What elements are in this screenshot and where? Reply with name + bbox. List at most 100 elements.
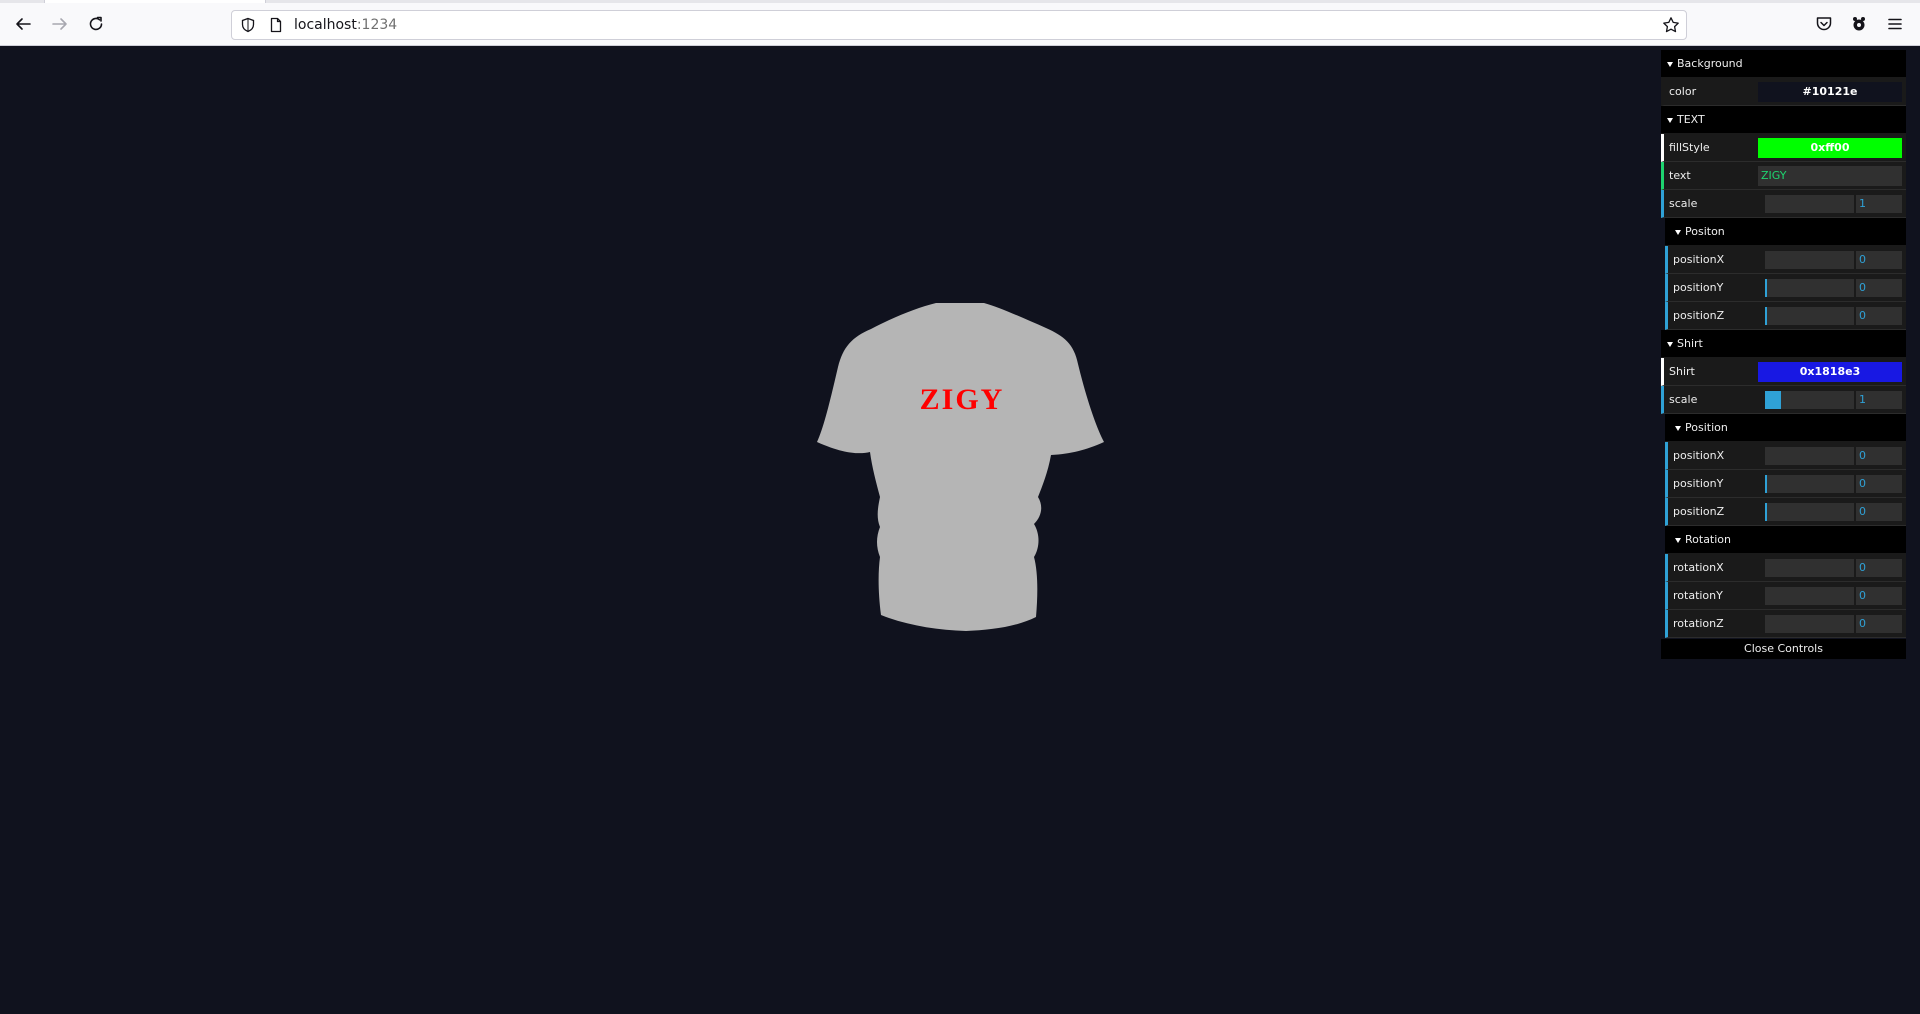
shirt-positionx-slider[interactable] [1765,447,1854,465]
text-positionx-input[interactable]: 0 [1856,251,1902,269]
control-row-shirt-rotationy: rotationY 0 [1665,582,1906,610]
folder-title-background[interactable]: Background [1661,50,1906,78]
control-label: positionY [1673,281,1724,294]
menu-button[interactable] [1883,12,1907,36]
slider-fill [1765,475,1767,493]
control-label: Shirt [1669,365,1695,378]
control-row-bg-color: color #10121e [1661,78,1906,106]
forward-button[interactable] [48,12,72,36]
control-row-text-positionx: positionX 0 [1665,246,1906,274]
tshirt-shape [817,303,1104,631]
shirt-positiony-slider[interactable] [1765,475,1854,493]
tab-strip [0,0,1920,3]
bookmark-star-icon[interactable] [1662,16,1680,34]
control-row-shirt-rotationx: rotationX 0 [1665,554,1906,582]
folder-shirt-position: Position positionX 0 positionY 0 positio… [1665,414,1906,526]
text-positionx-slider[interactable] [1765,251,1854,269]
text-positiony-slider[interactable] [1765,279,1854,297]
reload-icon [89,16,103,31]
shirt-scale-slider[interactable] [1765,391,1854,409]
control-label: positionZ [1673,505,1725,518]
control-row-text-scale: scale 1 [1661,190,1906,218]
slider-fill [1765,503,1767,521]
active-tab[interactable] [44,0,266,3]
slider-fill [1765,279,1767,297]
text-positionz-slider[interactable] [1765,307,1854,325]
url-text[interactable]: localhost:1234 [294,17,397,33]
control-label: positionX [1673,253,1725,266]
page-info-icon[interactable] [268,17,284,33]
control-row-fillstyle: fillStyle 0xff00 [1661,134,1906,162]
extension-icon [1853,17,1865,31]
control-label: rotationY [1673,589,1723,602]
control-row-shirt-positionz: positionZ 0 [1665,498,1906,526]
shirt-rotationx-input[interactable]: 0 [1856,559,1902,577]
text-scale-slider[interactable] [1765,195,1854,213]
bg-color-picker[interactable]: #10121e [1758,82,1902,102]
control-label: fillStyle [1669,141,1710,154]
control-row-shirt-rotationz: rotationZ 0 [1665,610,1906,638]
url-bar[interactable]: localhost:1234 [231,10,1687,40]
control-label: scale [1669,197,1698,210]
back-button[interactable] [11,12,35,36]
shirt-rotationz-slider[interactable] [1765,615,1854,633]
fillstyle-color-picker[interactable]: 0xff00 [1758,138,1902,158]
folder-title-shirt[interactable]: Shirt [1661,330,1906,358]
control-row-shirt-color: Shirt 0x1818e3 [1661,358,1906,386]
url-port: :1234 [356,17,398,33]
control-label: positionY [1673,477,1724,490]
arrow-right-icon [52,18,67,30]
shirt-rotationx-slider[interactable] [1765,559,1854,577]
shield-icon[interactable] [240,17,256,33]
folder-title-text-position[interactable]: Positon [1665,218,1906,246]
shirt-print-text: ZIGY [920,383,1005,416]
control-label: text [1669,169,1691,182]
shirt-positionz-input[interactable]: 0 [1856,503,1902,521]
control-label: positionZ [1673,309,1725,322]
slider-fill [1765,391,1782,409]
pocket-button[interactable] [1812,12,1836,36]
extension-button[interactable] [1847,12,1871,36]
control-row-shirt-scale: scale 1 [1661,386,1906,414]
text-scale-input[interactable]: 1 [1856,195,1902,213]
control-row-text-positiony: positionY 0 [1665,274,1906,302]
arrow-left-icon [16,18,31,30]
control-label: positionX [1673,449,1725,462]
url-host: localhost [294,17,357,33]
shirt-color-picker[interactable]: 0x1818e3 [1758,362,1902,382]
folder-shirt-rotation: Rotation rotationX 0 rotationY 0 rotatio… [1665,526,1906,638]
hamburger-menu-icon [1888,18,1902,30]
folder-title-text[interactable]: TEXT [1661,106,1906,134]
folder-background: Background color #10121e [1661,50,1906,106]
text-positiony-input[interactable]: 0 [1856,279,1902,297]
shirt-positionz-slider[interactable] [1765,503,1854,521]
folder-title-shirt-rotation[interactable]: Rotation [1665,526,1906,554]
shirt-scale-input[interactable]: 1 [1856,391,1902,409]
control-row-text-positionz: positionZ 0 [1665,302,1906,330]
text-positionz-input[interactable]: 0 [1856,307,1902,325]
reload-button[interactable] [84,12,108,36]
shirt-rotationz-input[interactable]: 0 [1856,615,1902,633]
tshirt-model[interactable]: ZIGY [816,302,1104,632]
shirt-rotationy-input[interactable]: 0 [1856,587,1902,605]
control-row-text: text ZIGY [1661,162,1906,190]
slider-fill [1765,307,1767,325]
control-label: color [1669,85,1697,98]
control-label: rotationZ [1673,617,1724,630]
folder-text-position: Positon positionX 0 positionY 0 position… [1665,218,1906,330]
controls-panel: Background color #10121e TEXT fillStyle … [1661,50,1906,659]
shirt-rotationy-slider[interactable] [1765,587,1854,605]
text-input[interactable]: ZIGY [1758,166,1902,186]
control-label: scale [1669,393,1698,406]
browser-toolbar: localhost:1234 [0,0,1920,46]
control-row-shirt-positiony: positionY 0 [1665,470,1906,498]
close-controls-button[interactable]: Close Controls [1661,639,1906,659]
shirt-positiony-input[interactable]: 0 [1856,475,1902,493]
folder-shirt: Shirt Shirt 0x1818e3 scale 1 Position po… [1661,330,1906,638]
webgl-canvas[interactable]: ZIGY [0,46,1920,1014]
control-row-shirt-positionx: positionX 0 [1665,442,1906,470]
pocket-icon [1816,17,1832,31]
control-label: rotationX [1673,561,1724,574]
shirt-positionx-input[interactable]: 0 [1856,447,1902,465]
folder-title-shirt-position[interactable]: Position [1665,414,1906,442]
